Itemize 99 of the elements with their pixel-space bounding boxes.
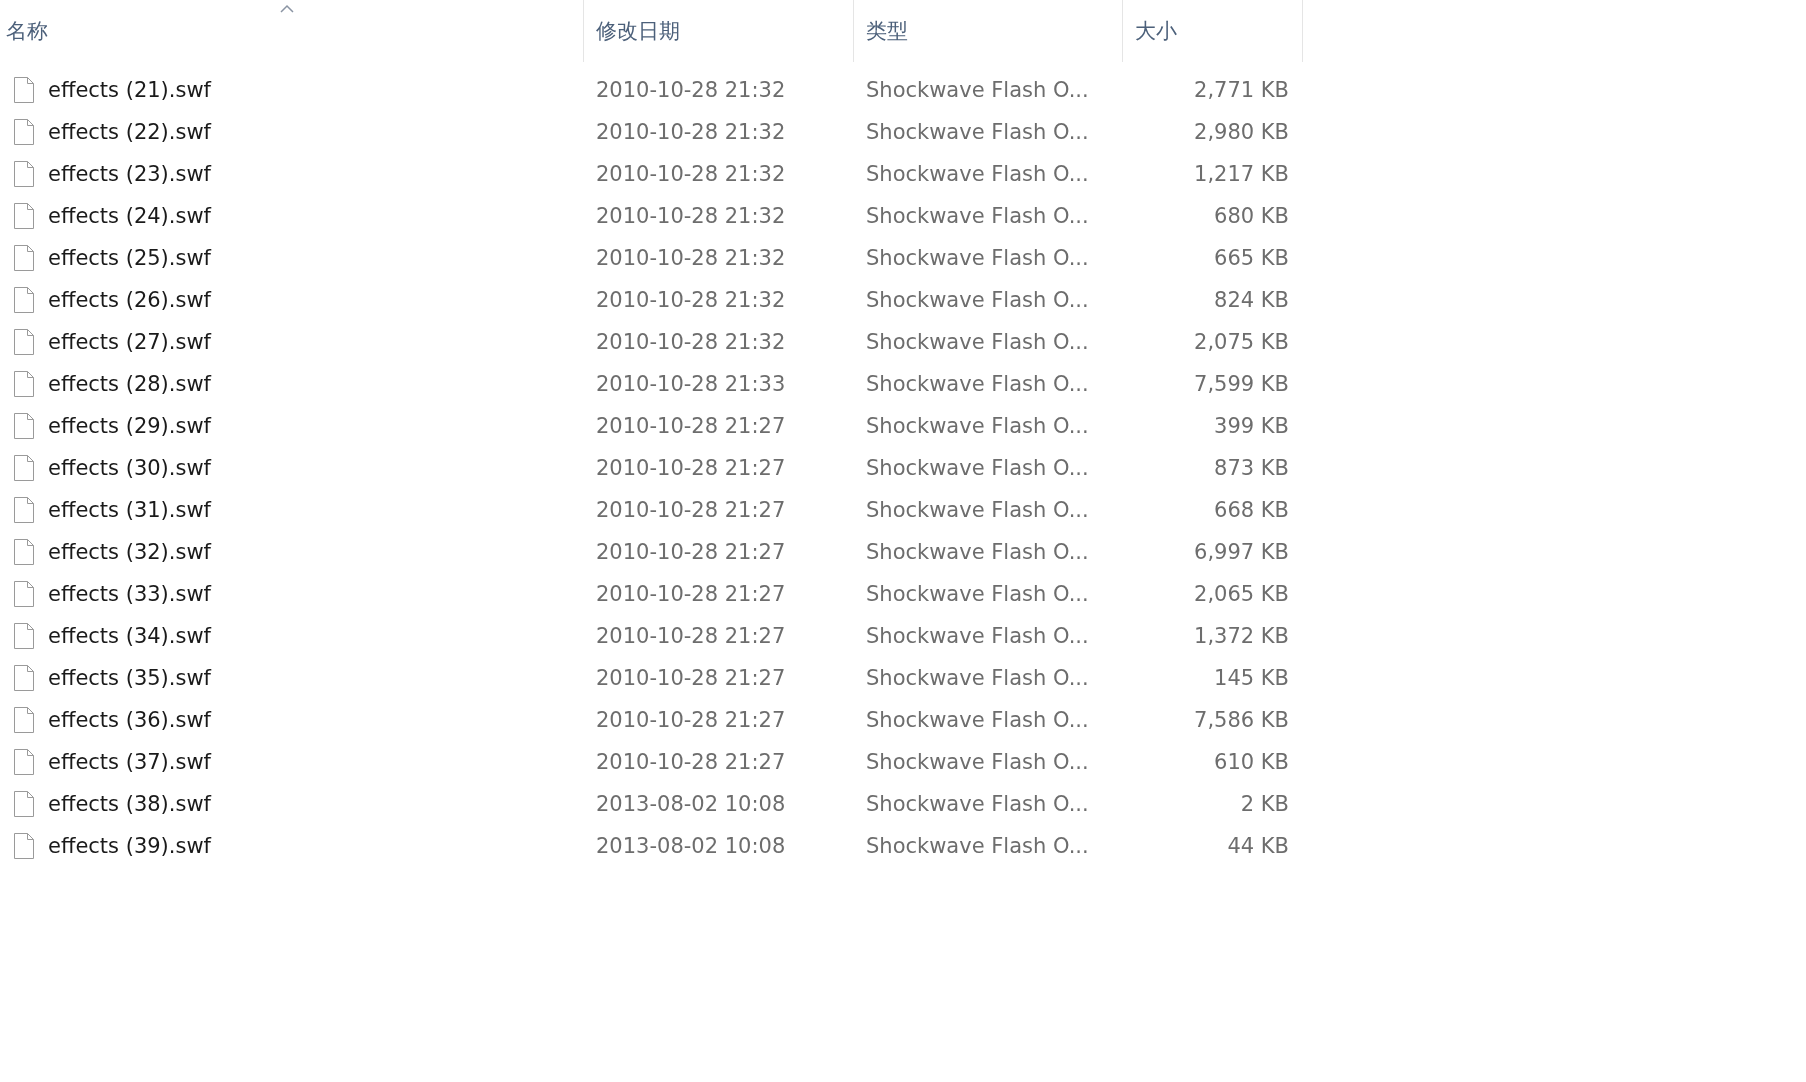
file-size: 1,372 KB	[1194, 624, 1290, 648]
file-icon	[14, 455, 34, 481]
file-name[interactable]: effects (32).swf	[48, 540, 211, 564]
file-size: 7,599 KB	[1194, 372, 1290, 396]
file-size: 1,217 KB	[1194, 162, 1290, 186]
modified-date: 2010-10-28 21:27	[595, 624, 787, 648]
file-icon	[14, 623, 34, 649]
column-header[interactable]: 修改日期	[596, 17, 680, 45]
file-type: Shockwave Flash O...	[865, 372, 1090, 396]
file-type: Shockwave Flash O...	[865, 456, 1090, 480]
modified-date: 2013-08-02 10:08	[595, 834, 787, 858]
file-type: Shockwave Flash O...	[865, 246, 1090, 270]
file-type: Shockwave Flash O...	[865, 540, 1090, 564]
file-name[interactable]: effects (34).swf	[48, 624, 211, 648]
modified-date: 2010-10-28 21:27	[595, 750, 787, 774]
file-type: Shockwave Flash O...	[865, 666, 1090, 690]
file-icon	[14, 791, 34, 817]
file-name[interactable]: effects (23).swf	[48, 162, 211, 186]
file-icon	[14, 119, 34, 145]
modified-date: 2010-10-28 21:27	[595, 456, 787, 480]
file-name[interactable]: effects (24).swf	[48, 204, 211, 228]
modified-date: 2010-10-28 21:27	[595, 666, 787, 690]
file-type: Shockwave Flash O...	[865, 162, 1090, 186]
file-icon	[14, 413, 34, 439]
modified-date: 2010-10-28 21:27	[595, 540, 787, 564]
file-size: 610 KB	[1214, 750, 1290, 774]
column-header[interactable]: 大小	[1135, 17, 1177, 45]
file-type: Shockwave Flash O...	[865, 330, 1090, 354]
file-type: Shockwave Flash O...	[865, 750, 1090, 774]
file-name[interactable]: effects (27).swf	[48, 330, 211, 354]
file-size: 2 KB	[1240, 792, 1290, 816]
file-icon	[14, 371, 34, 397]
modified-date: 2010-10-28 21:32	[595, 78, 787, 102]
file-type: Shockwave Flash O...	[865, 78, 1090, 102]
file-icon	[14, 245, 34, 271]
file-type: Shockwave Flash O...	[865, 792, 1090, 816]
file-name[interactable]: effects (39).swf	[48, 834, 211, 858]
file-size: 2,771 KB	[1194, 78, 1290, 102]
file-icon	[14, 707, 34, 733]
file-icon	[14, 161, 34, 187]
file-type: Shockwave Flash O...	[865, 288, 1090, 312]
file-size: 873 KB	[1214, 456, 1290, 480]
file-type: Shockwave Flash O...	[865, 834, 1090, 858]
file-type: Shockwave Flash O...	[865, 624, 1090, 648]
file-name[interactable]: effects (36).swf	[48, 708, 211, 732]
file-size: 399 KB	[1214, 414, 1290, 438]
file-icon	[14, 497, 34, 523]
file-name[interactable]: effects (28).swf	[48, 372, 211, 396]
file-size: 2,980 KB	[1194, 120, 1290, 144]
file-size: 145 KB	[1214, 666, 1290, 690]
modified-date: 2010-10-28 21:27	[595, 582, 787, 606]
file-icon	[14, 749, 34, 775]
file-name[interactable]: effects (22).swf	[48, 120, 211, 144]
file-name[interactable]: effects (33).swf	[48, 582, 211, 606]
file-name[interactable]: effects (29).swf	[48, 414, 211, 438]
file-type: Shockwave Flash O...	[865, 120, 1090, 144]
file-name[interactable]: effects (30).swf	[48, 456, 211, 480]
file-icon	[14, 203, 34, 229]
file-name[interactable]: effects (26).swf	[48, 288, 211, 312]
file-icon	[14, 581, 34, 607]
file-size: 44 KB	[1227, 834, 1290, 858]
file-name[interactable]: effects (25).swf	[48, 246, 211, 270]
file-name[interactable]: effects (21).swf	[48, 78, 211, 102]
modified-date: 2010-10-28 21:32	[595, 330, 787, 354]
file-name[interactable]: effects (31).swf	[48, 498, 211, 522]
modified-date: 2010-10-28 21:33	[595, 372, 787, 396]
column-header[interactable]: 类型	[866, 17, 908, 45]
file-type: Shockwave Flash O...	[865, 204, 1090, 228]
file-size: 665 KB	[1214, 246, 1290, 270]
modified-date: 2010-10-28 21:32	[595, 204, 787, 228]
file-name[interactable]: effects (35).swf	[48, 666, 211, 690]
file-size: 2,065 KB	[1194, 582, 1290, 606]
file-icon	[14, 77, 34, 103]
file-icon	[14, 833, 34, 859]
file-size: 7,586 KB	[1194, 708, 1290, 732]
modified-date: 2010-10-28 21:32	[595, 246, 787, 270]
file-icon	[14, 665, 34, 691]
file-icon	[14, 287, 34, 313]
modified-date: 2010-10-28 21:27	[595, 498, 787, 522]
file-size: 680 KB	[1214, 204, 1290, 228]
modified-date: 2010-10-28 21:32	[595, 288, 787, 312]
file-size: 668 KB	[1214, 498, 1290, 522]
file-name[interactable]: effects (37).swf	[48, 750, 211, 774]
file-icon	[14, 539, 34, 565]
file-type: Shockwave Flash O...	[865, 582, 1090, 606]
modified-date: 2010-10-28 21:32	[595, 162, 787, 186]
modified-date: 2010-10-28 21:27	[595, 708, 787, 732]
modified-date: 2013-08-02 10:08	[595, 792, 787, 816]
column-header[interactable]: 名称	[6, 17, 48, 45]
file-size: 2,075 KB	[1194, 330, 1290, 354]
file-size: 6,997 KB	[1194, 540, 1290, 564]
file-type: Shockwave Flash O...	[865, 498, 1090, 522]
file-icon	[14, 329, 34, 355]
modified-date: 2010-10-28 21:32	[595, 120, 787, 144]
file-type: Shockwave Flash O...	[865, 414, 1090, 438]
modified-date: 2010-10-28 21:27	[595, 414, 787, 438]
file-size: 824 KB	[1214, 288, 1290, 312]
file-name[interactable]: effects (38).swf	[48, 792, 211, 816]
file-type: Shockwave Flash O...	[865, 708, 1090, 732]
